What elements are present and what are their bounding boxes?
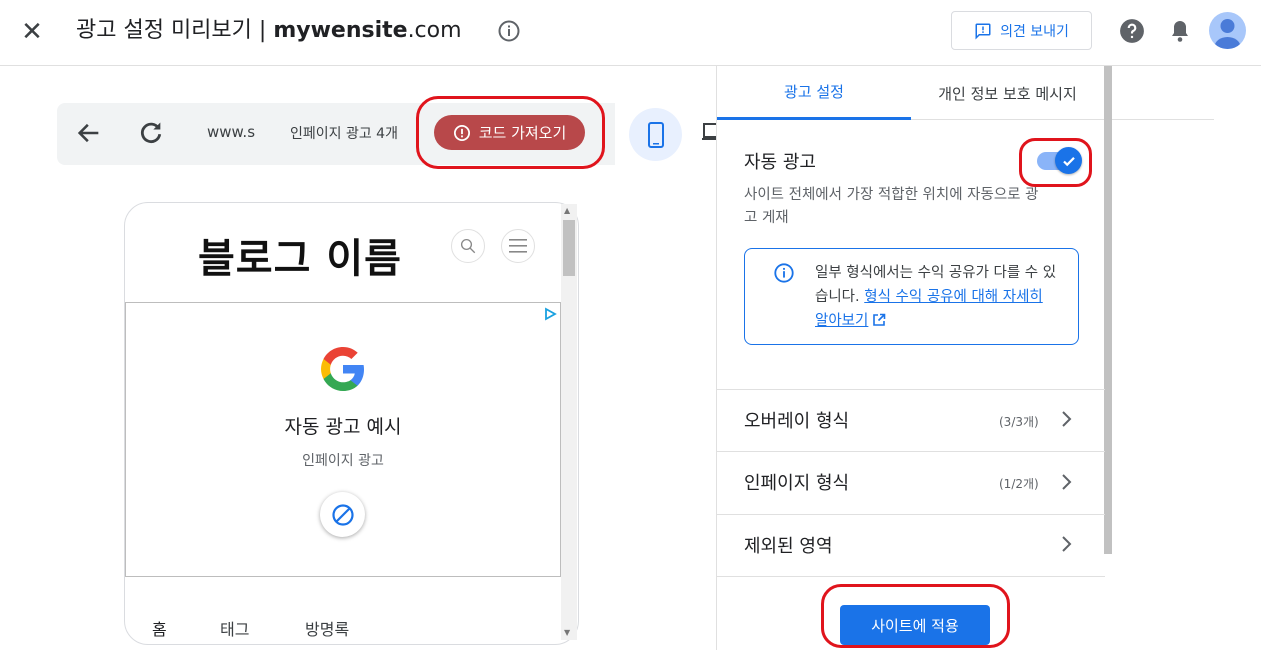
account-icon — [1214, 19, 1241, 49]
excluded-areas-row[interactable]: 제외된 영역 — [744, 532, 833, 558]
row-divider — [717, 514, 1105, 515]
ad-subtitle: 인페이지 광고 — [302, 453, 384, 469]
scroll-up-icon[interactable]: ▲ — [564, 206, 570, 215]
feedback-label: 의견 보내기 — [1000, 23, 1069, 40]
menu-icon — [509, 239, 527, 253]
overlay-formats-row[interactable]: 오버레이 형식 — [744, 407, 849, 433]
ad-title: 자동 광고 예시 — [284, 416, 402, 438]
notifications-icon[interactable] — [1168, 18, 1192, 44]
blog-search-button[interactable] — [451, 229, 485, 263]
row-divider — [717, 451, 1105, 452]
block-icon — [331, 503, 354, 526]
url-text: www.s — [207, 123, 255, 141]
auto-ads-label: 자동 광고 — [744, 152, 816, 173]
close-icon[interactable]: ✕ — [14, 14, 50, 50]
preview-scrollbar-thumb[interactable] — [563, 220, 575, 276]
blog-nav-home[interactable]: 홈 — [152, 616, 167, 640]
back-arrow-icon[interactable] — [75, 119, 103, 147]
panel-scrollbar[interactable] — [1104, 66, 1112, 554]
auto-ads-description: 사이트 전체에서 가장 적합한 위치에 자동으로 광고 게재 — [744, 187, 1039, 226]
external-link-icon[interactable] — [872, 313, 886, 327]
tab-privacy-messages[interactable]: 개인 정보 보호 메시지 — [911, 66, 1104, 120]
blog-nav-guestbook[interactable]: 방명록 — [305, 616, 349, 640]
row-divider — [717, 389, 1105, 390]
annotation-circle — [416, 96, 605, 169]
chevron-right-icon[interactable] — [1058, 472, 1074, 492]
block-ad-button[interactable] — [320, 492, 365, 537]
avatar[interactable] — [1209, 12, 1246, 49]
search-icon — [460, 238, 476, 254]
google-logo-icon — [321, 347, 364, 391]
scroll-down-icon[interactable]: ▼ — [564, 628, 570, 637]
title-prefix: 광고 설정 미리보기 | — [76, 18, 274, 43]
help-icon[interactable] — [1119, 18, 1145, 44]
info-icon[interactable] — [497, 19, 521, 43]
reload-icon[interactable] — [137, 119, 165, 147]
smartphone-icon — [647, 121, 664, 148]
chevron-right-icon[interactable] — [1058, 534, 1074, 554]
annotation-circle — [1019, 138, 1092, 187]
blog-nav-tag[interactable]: 태그 — [220, 616, 249, 640]
overlay-formats-count: (3/3개) — [999, 415, 1039, 429]
adchoices-icon[interactable] — [543, 307, 557, 321]
inpage-formats-count: (1/2개) — [999, 477, 1039, 491]
inpage-formats-row[interactable]: 인페이지 형식 — [744, 469, 849, 495]
mobile-view-button[interactable] — [629, 108, 682, 161]
annotation-circle — [821, 584, 1010, 648]
desktop-view-icon[interactable] — [702, 119, 716, 149]
feedback-button[interactable]: 의견 보내기 — [951, 11, 1092, 50]
info-icon — [774, 263, 794, 283]
chevron-right-icon[interactable] — [1058, 409, 1074, 429]
inpage-ads-count: 인페이지 광고 4개 — [290, 126, 398, 142]
blog-title: 블로그 이름 — [198, 236, 402, 282]
blog-menu-button[interactable] — [501, 229, 535, 263]
row-divider — [717, 576, 1105, 577]
title-tld: .com — [407, 18, 462, 43]
notice-text: 일부 형식에서는 수익 공유가 다를 수 있습니다. 형식 수익 공유에 대해 … — [815, 261, 1060, 333]
tab-ad-settings[interactable]: 광고 설정 — [717, 66, 911, 120]
feedback-icon — [975, 23, 991, 40]
page-title: 광고 설정 미리보기 | mywensite.com — [76, 15, 462, 47]
title-site: mywensite — [273, 18, 408, 43]
